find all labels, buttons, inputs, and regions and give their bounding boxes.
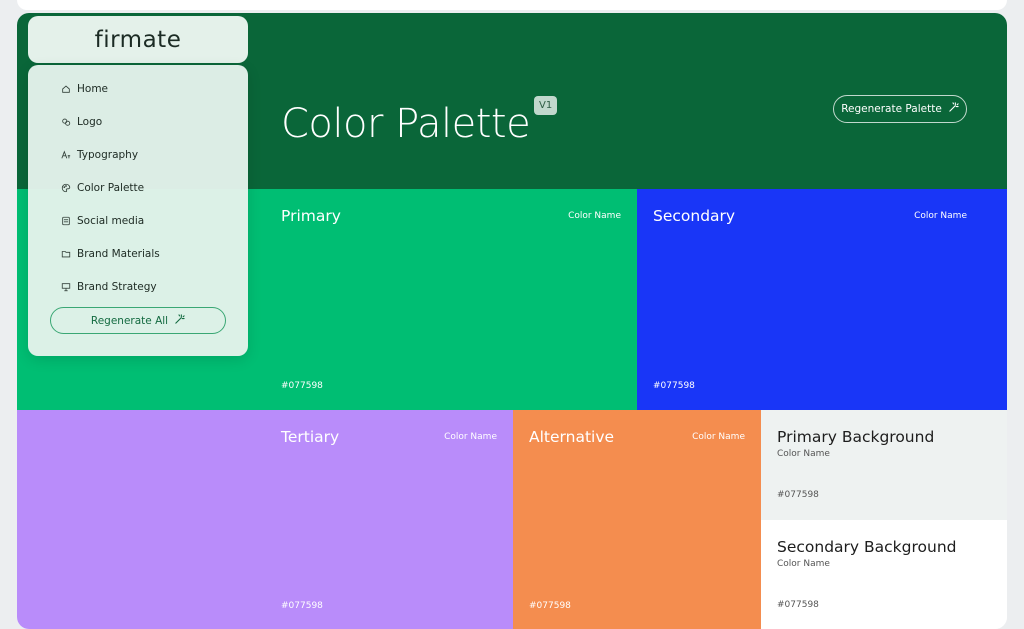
sidebar-nav: Home Logo Typography Color Palette Socia… <box>28 65 248 356</box>
social-media-icon <box>62 216 70 226</box>
sidebar-item-social-media[interactable]: Social media <box>61 212 144 230</box>
sidebar-item-label: Home <box>77 83 109 95</box>
brand-logo[interactable]: firmate <box>28 16 248 63</box>
secondary-hex: #077598 <box>653 381 695 391</box>
sidebar-item-color-palette[interactable]: Color Palette <box>61 179 144 197</box>
regenerate-palette-label: Regenerate Palette <box>841 103 942 115</box>
regenerate-all-button[interactable]: Regenerate All <box>50 307 226 334</box>
sidebar-item-label: Brand Strategy <box>77 281 157 293</box>
primary-hex: #077598 <box>281 381 323 391</box>
primary-background-name: Primary Background <box>777 428 935 446</box>
strategy-icon <box>61 283 71 292</box>
sidebar-item-label: Typography <box>77 149 139 161</box>
sidebar-item-brand-strategy[interactable]: Brand Strategy <box>61 278 157 296</box>
magic-wand-icon <box>948 102 959 116</box>
tertiary-swatch[interactable]: Tertiary Color Name #077598 <box>265 410 513 629</box>
sidebar-item-label: Brand Materials <box>77 248 160 260</box>
tertiary-swatch-extension <box>17 410 265 629</box>
tertiary-hex: #077598 <box>281 601 323 611</box>
tertiary-color-name: Color Name <box>444 432 497 442</box>
primary-swatch-name: Primary <box>281 207 341 225</box>
secondary-background-color-name: Color Name <box>777 559 830 569</box>
primary-background-color-name: Color Name <box>777 449 830 459</box>
primary-background-swatch[interactable]: Primary Background Color Name #077598 <box>761 410 1007 520</box>
sidebar-item-label: Logo <box>77 116 103 128</box>
sidebar-item-home[interactable]: Home <box>61 80 108 98</box>
sidebar-item-label: Social media <box>77 215 145 227</box>
primary-background-hex: #077598 <box>777 490 819 500</box>
sidebar-item-label: Color Palette <box>77 182 145 194</box>
tertiary-swatch-name: Tertiary <box>281 428 340 446</box>
secondary-background-swatch[interactable]: Secondary Background Color Name #077598 <box>761 520 1007 629</box>
primary-color-name: Color Name <box>568 211 621 221</box>
palette-icon <box>61 183 71 193</box>
version-badge: V1 <box>534 96 558 115</box>
alternative-swatch-name: Alternative <box>529 428 615 446</box>
secondary-background-name: Secondary Background <box>777 538 957 556</box>
magic-wand-icon <box>174 313 185 328</box>
page-title: Color Palette <box>281 101 531 147</box>
sidebar-item-brand-materials[interactable]: Brand Materials <box>61 245 160 263</box>
top-panel-edge <box>17 0 1007 10</box>
secondary-background-hex: #077598 <box>777 600 819 610</box>
regenerate-palette-button[interactable]: Regenerate Palette <box>833 95 967 123</box>
regenerate-all-label: Regenerate All <box>90 314 169 327</box>
primary-swatch[interactable]: Primary Color Name #077598 <box>265 189 637 410</box>
logo-icon <box>62 118 71 126</box>
alternative-color-name: Color Name <box>692 432 745 442</box>
folder-icon <box>61 251 71 258</box>
secondary-color-name: Color Name <box>914 211 967 221</box>
secondary-swatch[interactable]: Secondary Color Name #077598 <box>637 189 1007 410</box>
sidebar-item-logo[interactable]: Logo <box>61 113 102 131</box>
secondary-swatch-name: Secondary <box>653 207 736 225</box>
typography-icon <box>61 150 71 159</box>
home-icon <box>62 85 70 93</box>
sidebar-item-typography[interactable]: Typography <box>61 146 138 164</box>
brand-wordmark: firmate <box>94 26 182 53</box>
alternative-hex: #077598 <box>529 601 571 611</box>
alternative-swatch[interactable]: Alternative Color Name #077598 <box>513 410 761 629</box>
